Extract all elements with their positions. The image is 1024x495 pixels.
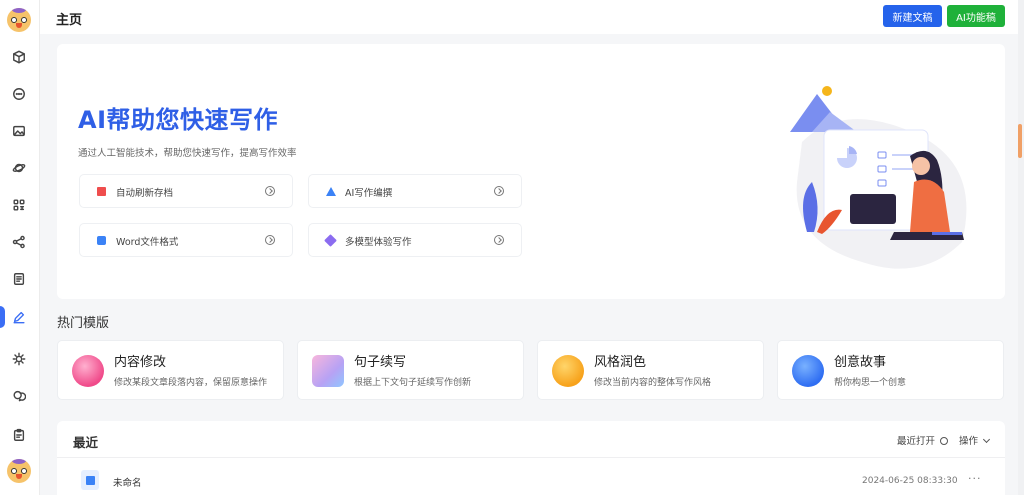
document-icon[interactable] bbox=[9, 269, 29, 289]
pen-icon[interactable] bbox=[9, 307, 29, 327]
hero-panel: AI帮助您快速写作 通过人工智能技术，帮助您快速写作，提高写作效率 自动刷新存档… bbox=[57, 44, 1005, 299]
pin-icon bbox=[97, 187, 106, 196]
creative-story-icon bbox=[792, 355, 824, 387]
template-title: 创意故事 bbox=[834, 355, 887, 370]
ops-label: 操作 bbox=[959, 436, 979, 447]
feature-word-format[interactable]: Word文件格式 bbox=[79, 223, 293, 257]
triangle-icon bbox=[326, 187, 336, 196]
template-desc: 修改某段文章段落内容，保留原意操作 bbox=[114, 378, 268, 388]
scroll-thumb[interactable] bbox=[1018, 124, 1022, 158]
template-card-sentence-continue[interactable]: 句子续写 根据上下文句子延续写作创新 bbox=[297, 340, 524, 400]
word-icon bbox=[97, 236, 106, 245]
message-icon[interactable] bbox=[9, 386, 29, 406]
image-icon[interactable] bbox=[9, 121, 29, 141]
sentence-continue-icon bbox=[312, 355, 344, 387]
operations-dropdown[interactable]: 操作 bbox=[959, 433, 991, 447]
ai-function-button[interactable]: AI功能稿 bbox=[947, 5, 1005, 27]
clipboard-icon[interactable] bbox=[9, 425, 29, 445]
sidebar bbox=[0, 0, 40, 495]
feature-multi-model[interactable]: 多模型体验写作 bbox=[308, 223, 522, 257]
divider bbox=[57, 457, 1005, 458]
active-indicator bbox=[0, 306, 5, 328]
doc-file-icon bbox=[81, 470, 99, 490]
sort-label: 最近打开 bbox=[897, 436, 936, 447]
template-desc: 根据上下文句子延续写作创新 bbox=[354, 378, 472, 388]
clock-icon bbox=[940, 437, 949, 445]
hero-title: AI帮助您快速写作 bbox=[78, 106, 279, 134]
hero-subtitle: 通过人工智能技术，帮助您快速写作，提高写作效率 bbox=[78, 148, 297, 159]
template-desc: 修改当前内容的整体写作风格 bbox=[594, 378, 712, 388]
chat-icon[interactable] bbox=[9, 84, 29, 104]
recent-panel: 最近 最近打开 操作 未命名 2024-06-25 08:33:30 ··· bbox=[57, 421, 1005, 495]
share-icon[interactable] bbox=[9, 232, 29, 252]
cube-icon bbox=[324, 234, 337, 247]
feature-label: Word文件格式 bbox=[116, 237, 179, 248]
template-title: 风格润色 bbox=[594, 355, 647, 370]
arrow-right-icon bbox=[265, 186, 275, 196]
feature-ai-writing[interactable]: AI写作编撰 bbox=[308, 174, 522, 208]
owl-logo-icon[interactable] bbox=[7, 8, 31, 32]
template-card-style-polish[interactable]: 风格润色 修改当前内容的整体写作风格 bbox=[537, 340, 764, 400]
more-icon[interactable]: ··· bbox=[968, 472, 982, 485]
scrollbar[interactable] bbox=[1018, 0, 1024, 495]
feature-auto-save[interactable]: 自动刷新存档 bbox=[79, 174, 293, 208]
hero-illustration bbox=[790, 86, 967, 269]
template-card-creative-story[interactable]: 创意故事 帮你构思一个创意 bbox=[777, 340, 1004, 400]
chevron-down-icon bbox=[983, 435, 991, 444]
planet-icon[interactable] bbox=[9, 158, 29, 178]
grid-icon[interactable] bbox=[9, 195, 29, 215]
feature-label: AI写作编撰 bbox=[345, 188, 393, 199]
template-desc: 帮你构思一个创意 bbox=[834, 378, 907, 388]
feature-label: 多模型体验写作 bbox=[345, 237, 412, 248]
template-title: 内容修改 bbox=[114, 355, 167, 370]
content-edit-icon bbox=[72, 355, 104, 387]
top-bar: 主页 新建文稿 AI功能稿 bbox=[40, 0, 1018, 34]
arrow-right-icon bbox=[494, 235, 504, 245]
page-title: 主页 bbox=[56, 13, 83, 28]
new-document-button[interactable]: 新建文稿 bbox=[883, 5, 942, 27]
sun-icon[interactable] bbox=[9, 349, 29, 369]
doc-name: 未命名 bbox=[113, 478, 142, 489]
feature-label: 自动刷新存档 bbox=[116, 188, 174, 199]
style-polish-icon bbox=[552, 355, 584, 387]
recent-title: 最近 bbox=[73, 435, 99, 450]
arrow-right-icon bbox=[494, 186, 504, 196]
arrow-right-icon bbox=[265, 235, 275, 245]
template-title: 句子续写 bbox=[354, 355, 407, 370]
doc-date: 2024-06-25 08:33:30 bbox=[862, 476, 958, 486]
cube-icon[interactable] bbox=[9, 47, 29, 67]
template-card-content-edit[interactable]: 内容修改 修改某段文章段落内容，保留原意操作 bbox=[57, 340, 284, 400]
recent-sort-dropdown[interactable]: 最近打开 bbox=[897, 433, 949, 447]
templates-heading: 热门模版 bbox=[57, 316, 110, 331]
user-avatar[interactable] bbox=[7, 459, 31, 483]
